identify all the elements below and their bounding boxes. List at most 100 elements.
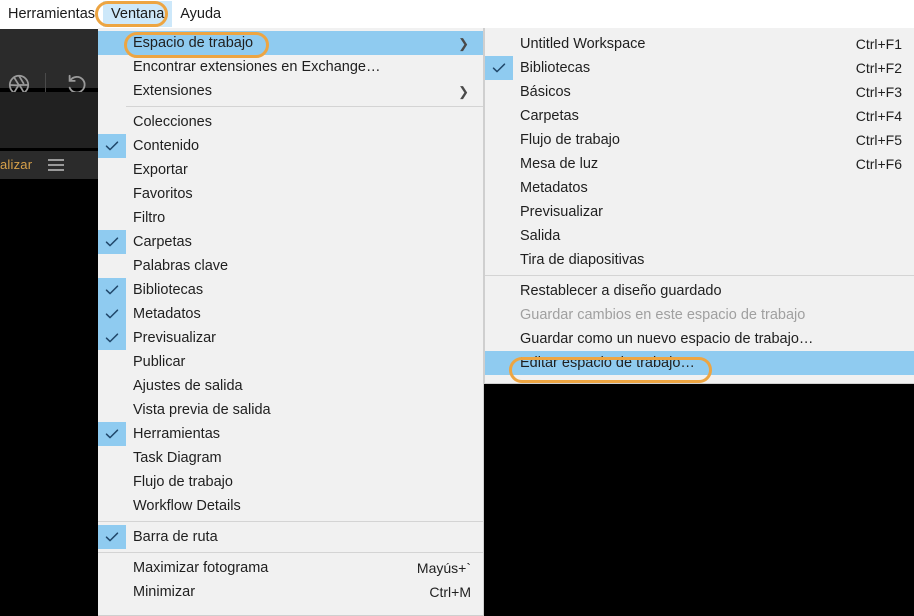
check-cell	[98, 470, 126, 494]
ventana-dropdown-menu: Espacio de trabajo ❯ Encontrar extension…	[98, 28, 484, 616]
menu-item-minimizar[interactable]: Minimizar Ctrl+M	[98, 580, 483, 604]
menu-item-label: Flujo de trabajo	[126, 474, 483, 490]
check-cell	[485, 32, 513, 56]
check-cell	[98, 79, 126, 103]
menu-item-publicar[interactable]: Publicar	[98, 350, 483, 374]
menu-item-label: Encontrar extensiones en Exchange…	[126, 59, 483, 75]
menu-item-metadatos[interactable]: Metadatos	[98, 302, 483, 326]
menu-item-label: Previsualizar	[513, 204, 914, 220]
menu-item-exportar[interactable]: Exportar	[98, 158, 483, 182]
menu-item-accelerator: Ctrl+F5	[856, 132, 914, 148]
menu-item-label: Task Diagram	[126, 450, 483, 466]
menu-item-label: Guardar cambios en este espacio de traba…	[513, 307, 914, 323]
menu-item-label: Básicos	[513, 84, 856, 100]
menu-item-workflow-details[interactable]: Workflow Details	[98, 494, 483, 518]
checkmark-icon	[98, 278, 126, 302]
checkmark-icon	[485, 56, 513, 80]
menu-item-label: Carpetas	[126, 234, 483, 250]
check-cell	[98, 31, 126, 55]
menu-item-label: Espacio de trabajo	[126, 35, 458, 51]
menu-item-label: Workflow Details	[126, 498, 483, 514]
menu-item-favoritos[interactable]: Favoritos	[98, 182, 483, 206]
check-cell	[98, 254, 126, 278]
submenu-item-basicos[interactable]: Básicos Ctrl+F3	[485, 80, 914, 104]
checkmark-icon	[98, 326, 126, 350]
checkmark-icon	[98, 525, 126, 549]
check-cell	[485, 248, 513, 272]
check-cell	[98, 350, 126, 374]
menu-item-accelerator: Mayús+`	[417, 560, 483, 576]
menubar-item-ayuda[interactable]: Ayuda	[172, 1, 229, 27]
checkmark-icon	[98, 134, 126, 158]
submenu-item-untitled-workspace[interactable]: Untitled Workspace Ctrl+F1	[485, 32, 914, 56]
menu-item-label: Carpetas	[513, 108, 856, 124]
menu-item-label: Metadatos	[126, 306, 483, 322]
menu-item-maximizar-fotograma[interactable]: Maximizar fotograma Mayús+`	[98, 556, 483, 580]
menu-item-herramientas[interactable]: Herramientas	[98, 422, 483, 446]
menu-item-palabras-clave[interactable]: Palabras clave	[98, 254, 483, 278]
menu-bar: Herramientas Ventana Ayuda	[0, 0, 914, 29]
menu-separator	[98, 521, 483, 522]
check-cell	[485, 327, 513, 351]
menubar-item-herramientas[interactable]: Herramientas	[0, 1, 103, 27]
menu-item-label: Tira de diapositivas	[513, 252, 914, 268]
check-cell	[98, 182, 126, 206]
submenu-item-editar-espacio-de-trabajo[interactable]: Editar espacio de trabajo…	[485, 351, 914, 375]
submenu-item-restablecer-diseno[interactable]: Restablecer a diseño guardado	[485, 279, 914, 303]
menu-item-extensiones[interactable]: Extensiones ❯	[98, 79, 483, 103]
menubar-item-ventana[interactable]: Ventana	[103, 1, 172, 27]
menu-item-encontrar-extensiones[interactable]: Encontrar extensiones en Exchange…	[98, 55, 483, 79]
menu-item-accelerator: Ctrl+F3	[856, 84, 914, 100]
menu-item-label: Exportar	[126, 162, 483, 178]
menu-item-ajustes-de-salida[interactable]: Ajustes de salida	[98, 374, 483, 398]
menu-item-label: Favoritos	[126, 186, 483, 202]
menu-item-espacio-de-trabajo[interactable]: Espacio de trabajo ❯	[98, 31, 483, 55]
espacio-de-trabajo-submenu: Untitled Workspace Ctrl+F1 Bibliotecas C…	[484, 28, 914, 384]
submenu-item-carpetas[interactable]: Carpetas Ctrl+F4	[485, 104, 914, 128]
menu-item-label: Bibliotecas	[126, 282, 483, 298]
submenu-item-tira-de-diapositivas[interactable]: Tira de diapositivas	[485, 248, 914, 272]
submenu-item-salida[interactable]: Salida	[485, 224, 914, 248]
menu-item-filtro[interactable]: Filtro	[98, 206, 483, 230]
check-cell	[485, 152, 513, 176]
submenu-item-guardar-cambios: Guardar cambios en este espacio de traba…	[485, 303, 914, 327]
check-cell	[98, 446, 126, 470]
check-cell	[98, 374, 126, 398]
chevron-right-icon: ❯	[458, 85, 483, 98]
submenu-item-flujo-de-trabajo[interactable]: Flujo de trabajo Ctrl+F5	[485, 128, 914, 152]
menu-item-label: Flujo de trabajo	[513, 132, 856, 148]
menu-item-label: Salida	[513, 228, 914, 244]
menu-item-colecciones[interactable]: Colecciones	[98, 110, 483, 134]
check-cell	[485, 104, 513, 128]
menu-item-carpetas[interactable]: Carpetas	[98, 230, 483, 254]
menu-item-bibliotecas[interactable]: Bibliotecas	[98, 278, 483, 302]
hamburger-icon[interactable]	[48, 159, 64, 171]
menu-item-accelerator: Ctrl+F6	[856, 156, 914, 172]
check-cell	[98, 398, 126, 422]
menu-item-barra-de-ruta[interactable]: Barra de ruta	[98, 525, 483, 549]
panel-tab-label: alizar	[0, 157, 32, 172]
submenu-item-previsualizar[interactable]: Previsualizar	[485, 200, 914, 224]
menu-item-accelerator: Ctrl+F4	[856, 108, 914, 124]
submenu-item-bibliotecas[interactable]: Bibliotecas Ctrl+F2	[485, 56, 914, 80]
application-window: alizar Herramientas Ventana Ayuda Espaci…	[0, 0, 914, 616]
checkmark-icon	[98, 230, 126, 254]
menu-item-task-diagram[interactable]: Task Diagram	[98, 446, 483, 470]
menu-separator	[485, 275, 914, 276]
submenu-item-guardar-como-nuevo[interactable]: Guardar como un nuevo espacio de trabajo…	[485, 327, 914, 351]
side-panel	[0, 92, 98, 148]
menu-item-label: Publicar	[126, 354, 483, 370]
menu-item-previsualizar[interactable]: Previsualizar	[98, 326, 483, 350]
menu-item-contenido[interactable]: Contenido	[98, 134, 483, 158]
checkmark-icon	[98, 302, 126, 326]
menu-item-label: Restablecer a diseño guardado	[513, 283, 914, 299]
menu-item-vista-previa-de-salida[interactable]: Vista previa de salida	[98, 398, 483, 422]
submenu-item-metadatos[interactable]: Metadatos	[485, 176, 914, 200]
menu-item-label: Minimizar	[126, 584, 429, 600]
menu-item-accelerator: Ctrl+M	[429, 584, 483, 600]
menu-item-label: Ajustes de salida	[126, 378, 483, 394]
submenu-item-mesa-de-luz[interactable]: Mesa de luz Ctrl+F6	[485, 152, 914, 176]
menu-item-label: Filtro	[126, 210, 483, 226]
menu-item-flujo-de-trabajo[interactable]: Flujo de trabajo	[98, 470, 483, 494]
check-cell	[98, 556, 126, 580]
